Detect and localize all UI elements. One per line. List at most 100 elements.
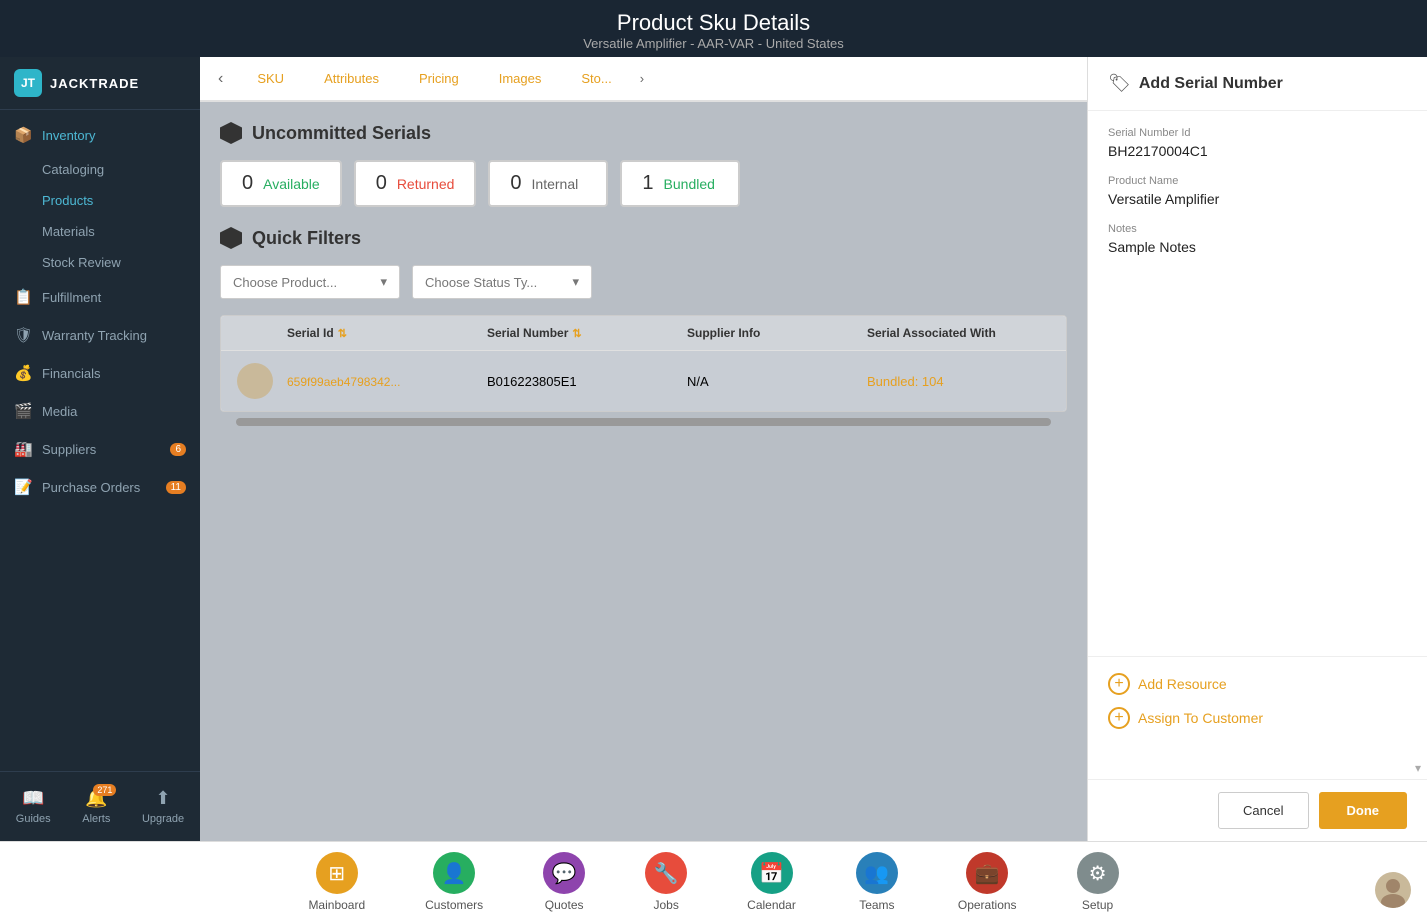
- field-label-product-name: Product Name: [1108, 175, 1407, 187]
- tab-stock[interactable]: Sto...: [561, 57, 631, 102]
- status-card-returned: 0 Returned: [354, 160, 477, 207]
- table-scrollbar[interactable]: [220, 412, 1067, 432]
- sidebar-label-inventory: Inventory: [42, 128, 95, 143]
- internal-label: Internal: [532, 176, 579, 192]
- tab-sku[interactable]: SKU: [237, 57, 304, 102]
- sidebar-item-warranty-tracking[interactable]: 🛡 Warranty Tracking: [0, 316, 200, 354]
- sidebar-bottom: 📖 Guides 🔔 271 Alerts ⬆ Upgrade: [0, 771, 200, 841]
- nav-quotes[interactable]: 💬 Quotes: [513, 842, 615, 922]
- field-value-product-name: Versatile Amplifier: [1108, 191, 1407, 207]
- serial-number-sort-icon[interactable]: ⇅: [572, 327, 581, 340]
- col-supplier-info: Supplier Info: [687, 326, 867, 340]
- row-avatar: [237, 363, 273, 399]
- bundled-link[interactable]: Bundled: 104: [867, 374, 944, 389]
- warranty-icon: 🛡: [14, 326, 32, 344]
- returned-label: Returned: [397, 176, 455, 192]
- add-resource-label: Add Resource: [1138, 676, 1227, 692]
- mainboard-icon: ⊞: [316, 852, 358, 894]
- col-avatar: [237, 326, 287, 340]
- field-value-serial-number-id: BH22170004C1: [1108, 143, 1407, 159]
- sidebar-upgrade-button[interactable]: ⬆ Upgrade: [134, 782, 192, 831]
- nav-mainboard[interactable]: ⊞ Mainboard: [278, 842, 395, 922]
- nav-calendar[interactable]: 📅 Calendar: [717, 842, 826, 922]
- sidebar-item-financials[interactable]: 💰 Financials: [0, 354, 200, 392]
- content-area: ‹ SKU Attributes Pricing Images Sto... ›…: [200, 57, 1087, 841]
- logo-text: JACKTRADE: [50, 76, 139, 91]
- sidebar-guides-button[interactable]: 📖 Guides: [8, 782, 59, 831]
- user-avatar[interactable]: [1375, 872, 1411, 908]
- serial-id-link[interactable]: 659f99aeb4798342...: [287, 375, 400, 389]
- bundled-count: 1: [642, 172, 653, 195]
- sidebar-alerts-button[interactable]: 🔔 271 Alerts: [74, 782, 118, 831]
- nav-customers[interactable]: 👤 Customers: [395, 842, 513, 922]
- nav-jobs[interactable]: 🔧 Jobs: [615, 842, 717, 922]
- scrollbar-track[interactable]: [236, 418, 1051, 426]
- tab-attributes[interactable]: Attributes: [304, 57, 399, 102]
- row-associated-with: Bundled: 104: [867, 374, 1067, 389]
- sidebar-item-stock-review[interactable]: Stock Review: [0, 247, 200, 278]
- table-header: Serial Id ⇅ Serial Number ⇅ Supplier Inf…: [221, 316, 1066, 350]
- status-cards: 0 Available 0 Returned 0 Internal 1 Bund…: [220, 160, 1067, 207]
- row-supplier-info: N/A: [687, 374, 867, 389]
- bundled-label: Bundled: [664, 176, 715, 192]
- suppliers-badge: 6: [170, 443, 186, 456]
- mainboard-label: Mainboard: [308, 898, 365, 912]
- add-resource-button[interactable]: + Add Resource: [1108, 673, 1407, 695]
- col-serial-number: Serial Number ⇅: [487, 326, 687, 340]
- tab-pricing[interactable]: Pricing: [399, 57, 479, 102]
- sidebar-item-cataloging[interactable]: Cataloging: [0, 154, 200, 185]
- nav-operations[interactable]: 💼 Operations: [928, 842, 1047, 922]
- upgrade-label: Upgrade: [142, 813, 184, 825]
- cancel-button[interactable]: Cancel: [1218, 792, 1308, 829]
- row-serial-number: B016223805E1: [487, 374, 687, 389]
- sidebar-item-fulfillment[interactable]: 📋 Fulfillment: [0, 278, 200, 316]
- product-filter[interactable]: Choose Product... ▾: [220, 265, 400, 299]
- panel-tag-icon: 🏷: [1108, 73, 1131, 94]
- filters-row: Choose Product... ▾ Choose Status Ty... …: [220, 265, 1067, 299]
- sidebar-item-media[interactable]: 🎬 Media: [0, 392, 200, 430]
- tab-bar: ‹ SKU Attributes Pricing Images Sto... ›: [200, 57, 1087, 102]
- assign-to-customer-button[interactable]: + Assign To Customer: [1108, 707, 1407, 729]
- jobs-icon: 🔧: [645, 852, 687, 894]
- back-button[interactable]: ‹: [210, 62, 231, 96]
- alerts-label: Alerts: [82, 813, 110, 825]
- sidebar-item-suppliers[interactable]: 🏭 Suppliers 6: [0, 430, 200, 468]
- col-associated-with: Serial Associated With: [867, 326, 1067, 340]
- table-row: 659f99aeb4798342... B016223805E1 N/A Bun…: [221, 350, 1066, 411]
- tab-expand-button[interactable]: ›: [632, 57, 652, 100]
- serial-id-sort-icon[interactable]: ⇅: [338, 327, 347, 340]
- section1-title: Uncommitted Serials: [252, 123, 431, 144]
- status-filter[interactable]: Choose Status Ty... ▾: [412, 265, 592, 299]
- row-serial-id: 659f99aeb4798342...: [287, 374, 487, 389]
- quick-filters-header: Quick Filters: [220, 227, 1067, 249]
- tab-images[interactable]: Images: [479, 57, 562, 102]
- top-header: Product Sku Details Versatile Amplifier …: [0, 0, 1427, 57]
- media-icon: 🎬: [14, 402, 32, 420]
- calendar-label: Calendar: [747, 898, 796, 912]
- purchase-orders-icon: 📝: [14, 478, 32, 496]
- col-serial-id: Serial Id ⇅: [287, 326, 487, 340]
- right-panel-footer: Cancel Done: [1088, 779, 1427, 841]
- sidebar-item-products[interactable]: Products: [0, 185, 200, 216]
- assign-customer-plus-icon: +: [1108, 707, 1130, 729]
- sidebar-item-inventory[interactable]: 📦 Inventory: [0, 116, 200, 154]
- internal-count: 0: [510, 172, 521, 195]
- fulfillment-icon: 📋: [14, 288, 32, 306]
- right-panel-body: Serial Number Id BH22170004C1 Product Na…: [1088, 111, 1427, 656]
- suppliers-icon: 🏭: [14, 440, 32, 458]
- sidebar-item-purchase-orders[interactable]: 📝 Purchase Orders 11: [0, 468, 200, 506]
- nav-setup[interactable]: ⚙ Setup: [1047, 842, 1149, 922]
- field-notes: Notes Sample Notes: [1108, 223, 1407, 255]
- sidebar-nav: 📦 Inventory Cataloging Products Material…: [0, 110, 200, 771]
- nav-teams[interactable]: 👥 Teams: [826, 842, 928, 922]
- sidebar-item-materials[interactable]: Materials: [0, 216, 200, 247]
- done-button[interactable]: Done: [1319, 792, 1408, 829]
- section2-hex-icon: [220, 227, 242, 249]
- setup-label: Setup: [1082, 898, 1113, 912]
- status-card-internal: 0 Internal: [488, 160, 608, 207]
- alerts-badge: 271: [93, 784, 116, 796]
- sidebar-label-financials: Financials: [42, 366, 101, 381]
- assign-to-customer-label: Assign To Customer: [1138, 710, 1263, 726]
- status-card-bundled: 1 Bundled: [620, 160, 740, 207]
- financials-icon: 💰: [14, 364, 32, 382]
